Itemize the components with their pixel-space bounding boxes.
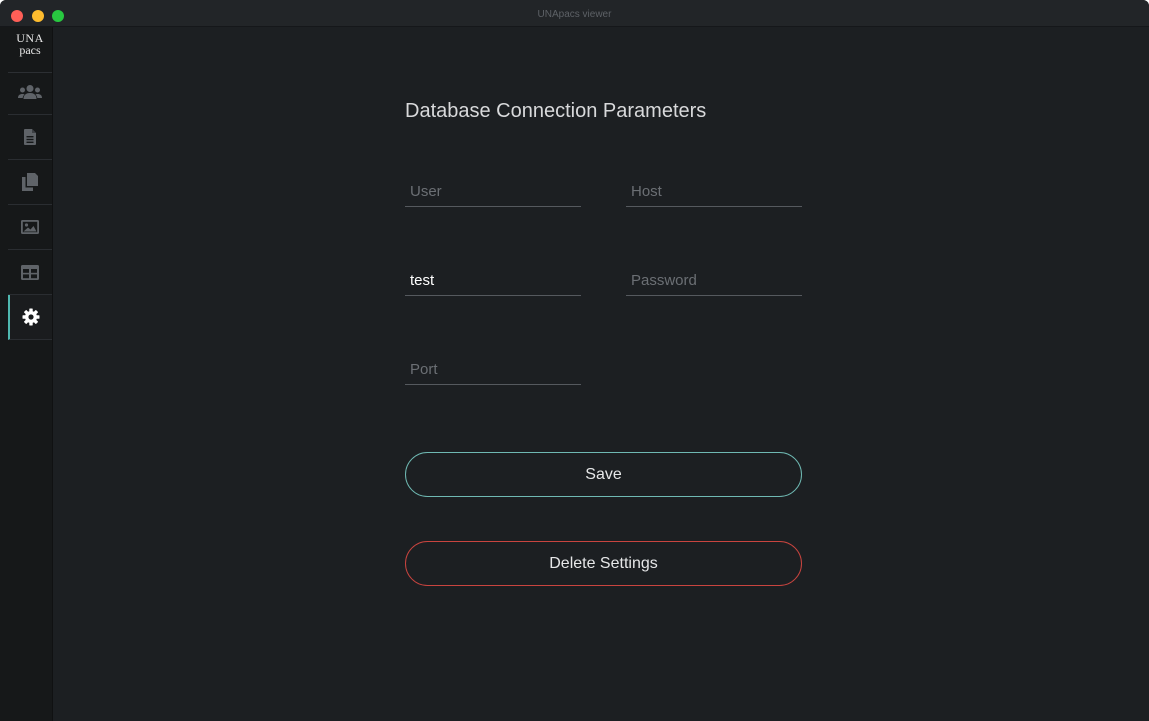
host-field-container [626, 177, 802, 207]
password-input[interactable] [626, 266, 802, 294]
user-field-container [405, 177, 581, 207]
image-icon [21, 220, 39, 234]
sidebar-item-patients[interactable] [8, 70, 52, 115]
sidebar-item-reports[interactable] [8, 115, 52, 160]
app-logo: UNA pacs [8, 32, 52, 73]
app-window: UNApacs viewer UNA pacs Database Connect… [0, 0, 1149, 721]
database-input[interactable] [405, 266, 581, 294]
documents-copy-icon [22, 173, 38, 191]
sidebar-item-settings[interactable] [8, 295, 52, 340]
users-icon [18, 85, 42, 99]
save-button[interactable]: Save [405, 452, 802, 497]
sidebar-item-table[interactable] [8, 250, 52, 295]
sidebar-item-images[interactable] [8, 205, 52, 250]
logo-line-2: pacs [19, 43, 41, 57]
gear-icon [22, 308, 40, 326]
title-bar: UNApacs viewer [0, 0, 1149, 27]
document-icon [24, 129, 36, 145]
settings-panel [53, 27, 1149, 721]
port-field-container [405, 355, 581, 385]
user-input[interactable] [405, 177, 581, 205]
sidebar-item-studies[interactable] [8, 160, 52, 205]
database-field-container [405, 266, 581, 296]
port-input[interactable] [405, 355, 581, 383]
host-input[interactable] [626, 177, 802, 205]
password-field-container [626, 266, 802, 296]
window-title: UNApacs viewer [537, 9, 612, 20]
form-title: Database Connection Parameters [405, 100, 707, 122]
delete-settings-button[interactable]: Delete Settings [405, 541, 802, 586]
table-icon [21, 264, 39, 280]
